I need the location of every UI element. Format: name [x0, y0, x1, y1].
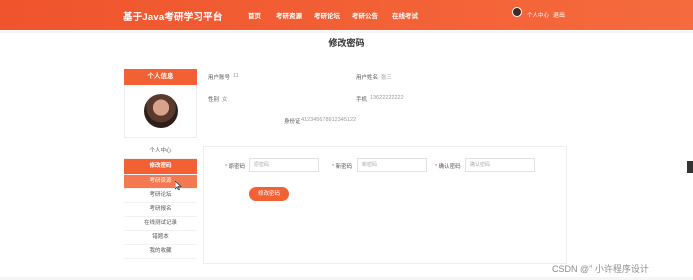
old-password-label: * 原密码: [225, 164, 246, 170]
sidebar-item-wrong-questions[interactable]: 错题本: [124, 231, 197, 245]
nav-forum[interactable]: 考研论坛: [314, 10, 340, 20]
confirm-password-label: * 确认密码: [435, 164, 461, 170]
sidebar-heading: 个人信息: [124, 69, 197, 85]
nav-home[interactable]: 首页: [248, 10, 261, 20]
watermark: CSDN @" 小许程序设计: [552, 264, 649, 274]
mouse-pointer-icon: [175, 181, 182, 190]
id-value: 412345678912345122: [301, 117, 357, 123]
top-nav-bar: 基于Java考研学习平台 首页 考研资源 考研论坛 考研公告 在线考试 个人中心…: [0, 0, 693, 30]
user-avatar-icon[interactable]: [512, 7, 522, 17]
old-password-input[interactable]: 原密码: [249, 158, 319, 172]
user-center-link[interactable]: 个人中心: [527, 11, 549, 19]
phone-value: 13622222222: [370, 95, 404, 101]
name-value: 张三: [381, 75, 393, 81]
gender-label: 性别: [208, 97, 220, 103]
sidebar-item-resources[interactable]: 考研资源: [124, 175, 197, 189]
gender-value: 女: [222, 97, 228, 103]
sidebar-item-user-center[interactable]: 个人中心: [124, 145, 197, 159]
id-label: 身份证: [284, 119, 301, 125]
logout-link[interactable]: 退出: [553, 10, 565, 19]
sidebar-item-test-records[interactable]: 在线测试记录: [124, 217, 197, 231]
change-password-button[interactable]: 修改密码: [249, 187, 289, 201]
site-brand[interactable]: 基于Java考研学习平台: [123, 9, 223, 23]
sidebar-menu: 个人中心 修改密码 考研资源 考研论坛 考研报名 在线测试记录 错题本 我的收藏: [124, 145, 197, 259]
header-divider: [0, 31, 693, 33]
account-label: 用户账号: [208, 75, 231, 81]
profile-photo: [144, 94, 178, 128]
scrollbar-thumb[interactable]: [687, 161, 693, 173]
password-form: * 原密码 原密码 * 新密码 新密码 * 确认密码 确认密码 修改密码: [203, 146, 567, 264]
page-title: 修改密码: [328, 38, 365, 48]
new-password-input[interactable]: 新密码: [357, 158, 427, 172]
phone-label: 手机: [356, 97, 368, 103]
account-value: 11: [233, 73, 239, 79]
sidebar-item-registration[interactable]: 考研报名: [124, 203, 197, 217]
new-password-label: * 新密码: [332, 164, 353, 170]
sidebar-item-favorites[interactable]: 我的收藏: [124, 245, 197, 259]
name-label: 用户姓名: [356, 75, 379, 81]
nav-announcements[interactable]: 考研公告: [352, 10, 378, 20]
sidebar-item-forum[interactable]: 考研论坛: [124, 189, 197, 203]
confirm-password-input[interactable]: 确认密码: [465, 158, 535, 172]
avatar-card: [124, 85, 197, 138]
nav-resources[interactable]: 考研资源: [276, 10, 302, 20]
nav-online-exam[interactable]: 在线考试: [392, 10, 418, 20]
sidebar-item-change-password[interactable]: 修改密码: [124, 159, 197, 175]
